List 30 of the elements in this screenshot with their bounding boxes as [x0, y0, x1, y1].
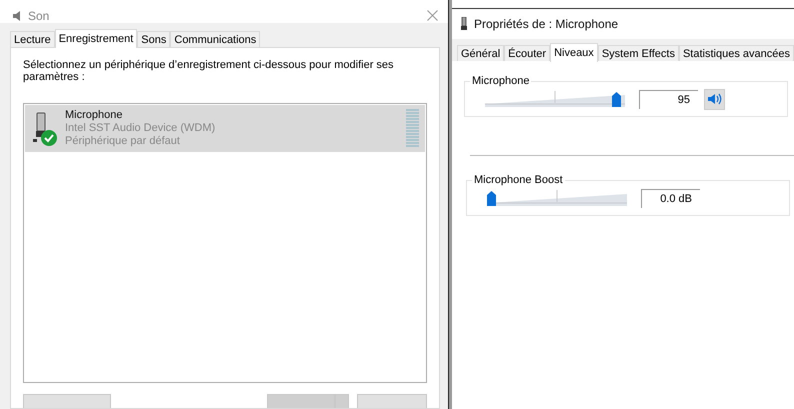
device-name: Microphone — [65, 109, 124, 122]
tab[interactable]: Enregistrement — [54, 29, 138, 48]
level-value-field[interactable]: 0.0 dB — [641, 188, 700, 208]
speaker-icon — [708, 93, 722, 105]
tab[interactable]: Sons — [137, 31, 170, 47]
group-label: Microphone Boost — [473, 174, 564, 186]
mute-toggle-button[interactable] — [704, 88, 725, 110]
instruction-text: Sélectionnez un périphérique d’enregistrement ci-dessous pour modifier ses paramètres : — [23, 59, 395, 83]
close-icon[interactable] — [427, 10, 438, 21]
level-meter-icon — [406, 108, 419, 148]
device-driver: Intel SST Audio Device (WDM) — [65, 122, 216, 135]
window-title: Propriétés de : Microphone — [474, 17, 618, 31]
speaker-icon — [12, 10, 22, 22]
slider-thumb[interactable] — [612, 92, 622, 107]
microphone-icon — [460, 17, 468, 31]
tab[interactable]: Niveaux — [550, 43, 598, 62]
tab[interactable]: Statistiques avancées — [678, 45, 794, 61]
tab[interactable]: Général — [457, 45, 504, 61]
window-title: Son — [28, 8, 50, 22]
tab[interactable]: System Effects — [598, 45, 679, 61]
level-slider[interactable] — [487, 190, 630, 206]
group-label: Microphone — [471, 75, 530, 87]
slider-thumb[interactable] — [487, 191, 496, 206]
tab[interactable]: Écouter — [504, 45, 550, 61]
device-item[interactable]: Microphone Intel SST Audio Device (WDM) Périphérique par défaut — [25, 105, 425, 152]
tab[interactable]: Lecture — [10, 31, 55, 47]
device-status: Périphérique par défaut — [65, 135, 181, 148]
level-value-field[interactable]: 95 — [639, 90, 698, 108]
level-slider[interactable] — [485, 91, 628, 107]
tab[interactable]: Communications — [170, 31, 260, 47]
